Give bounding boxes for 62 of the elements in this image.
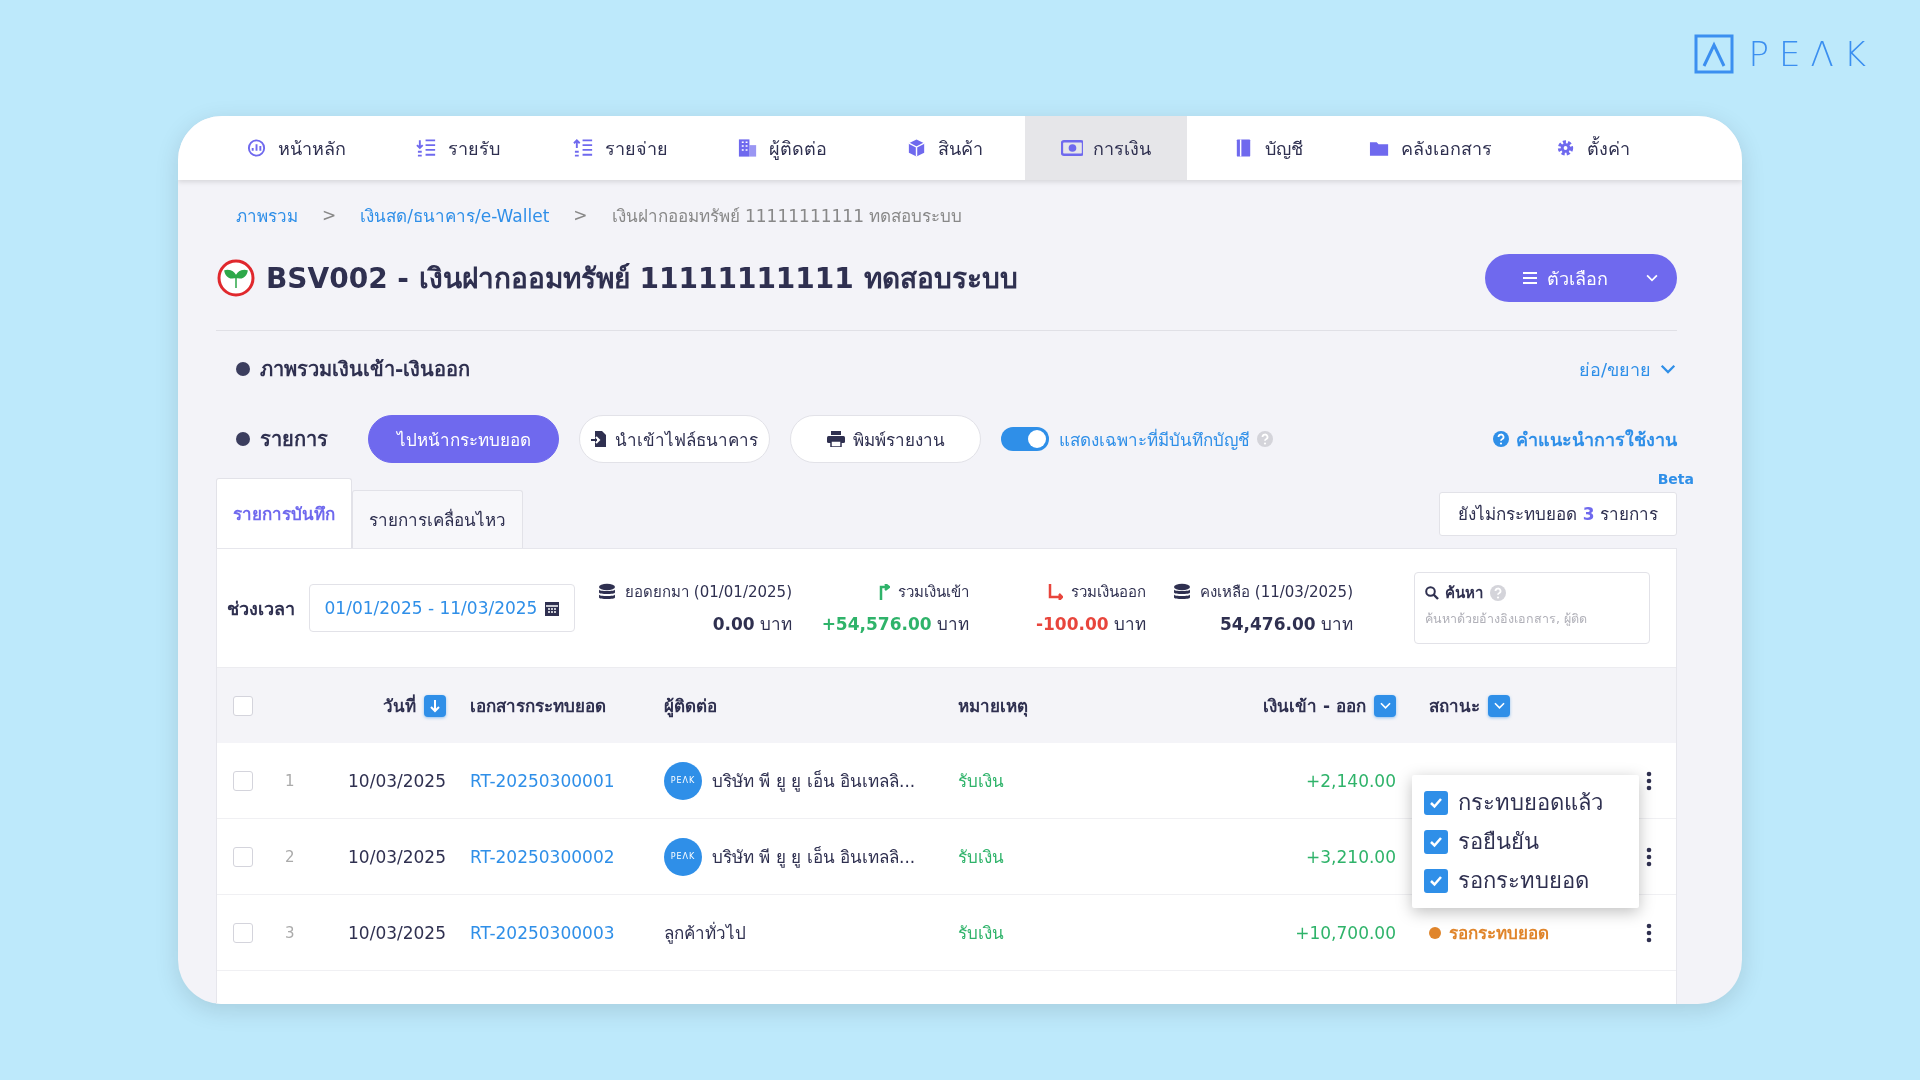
nav-tab[interactable]: ตั้งค่า bbox=[1511, 116, 1673, 180]
tab[interactable]: รายการเคลื่อนไหว bbox=[352, 490, 523, 548]
nav-tab[interactable]: คลังเอกสาร bbox=[1349, 116, 1511, 180]
note-cell-text: รับเงิน bbox=[958, 846, 1005, 869]
logo-text: PEΛK bbox=[1748, 37, 1876, 71]
filter-option[interactable]: รอยืนยัน bbox=[1458, 824, 1539, 859]
nav-tab[interactable]: รายรับ bbox=[377, 116, 539, 180]
page-title: BSV002 - เงินฝากออมทรัพย์ 11111111111 ทดสอบระบบ bbox=[266, 261, 1019, 297]
tab[interactable]: รายการบันทึก bbox=[216, 478, 352, 548]
row-number: 2 bbox=[285, 847, 296, 866]
column-header: หมายเหตุ bbox=[958, 696, 1028, 716]
nav-tab[interactable]: บัญชี bbox=[1187, 116, 1349, 180]
summary-label: รวมเงินออก bbox=[1071, 581, 1146, 603]
beta-label: Beta bbox=[1657, 471, 1694, 489]
note-cell-text: รับเงิน bbox=[958, 770, 1005, 793]
contact-avatar: PEΛK bbox=[664, 837, 702, 876]
options-button[interactable]: ตัวเลือก bbox=[1485, 254, 1677, 302]
amount-cell: +3,210.00 bbox=[1306, 846, 1396, 867]
column-header: สถานะ bbox=[1429, 695, 1480, 718]
summary-amount: -100.00 บาท bbox=[1035, 612, 1146, 636]
filter-option[interactable]: กระทบยอดแล้ว bbox=[1458, 785, 1603, 820]
contact-avatar: PEΛK bbox=[664, 761, 702, 800]
summary-label: รวมเงินเข้า bbox=[898, 581, 969, 603]
date-cell: 10/03/2025 bbox=[348, 770, 446, 791]
contact-name: ลูกค้าทั่วไป bbox=[664, 920, 746, 946]
amount-cell: +10,700.00 bbox=[1295, 922, 1396, 943]
nav-tab[interactable]: ผู้ติดต่อ bbox=[701, 116, 863, 180]
reconcile-button[interactable]: ไปหน้ากระทบยอด bbox=[368, 415, 559, 463]
row-number: 1 bbox=[285, 771, 296, 790]
period-label: ช่วงเวลา bbox=[227, 596, 295, 621]
breadcrumb-separator: > bbox=[573, 205, 588, 225]
column-header: ผู้ติดต่อ bbox=[664, 696, 717, 716]
contact-name: บริษัท พี ยู ยู เอ็น อินเทลลิ... bbox=[712, 845, 916, 870]
summary-label: คงเหลือ (11/03/2025) bbox=[1200, 581, 1353, 603]
summary-amount: +54,576.00 บาท bbox=[821, 612, 969, 636]
search-label: ค้นหา bbox=[1445, 583, 1483, 604]
contact-name: บริษัท พี ยู ยู เอ็น อินเทลลิ... bbox=[712, 769, 916, 794]
switch-label: แสดงเฉพาะที่มีบันทึกบัญชี bbox=[1059, 427, 1250, 452]
import-button[interactable]: นำเข้าไฟล์ธนาคาร bbox=[579, 415, 770, 463]
column-header: วันที่ bbox=[383, 693, 416, 718]
nav-tab[interactable]: สินค้า bbox=[863, 116, 1025, 180]
summary-amount: 0.00 บาท bbox=[712, 612, 792, 636]
nav-tab[interactable]: การเงิน bbox=[1025, 116, 1187, 180]
row-number: 3 bbox=[285, 923, 296, 942]
date-cell: 10/03/2025 bbox=[348, 846, 446, 867]
print-button[interactable]: พิมพ์รายงาน bbox=[790, 415, 981, 463]
note-cell-text: รับเงิน bbox=[958, 922, 1005, 945]
nav-tab[interactable]: รายจ่าย bbox=[539, 116, 701, 180]
breadcrumb-separator: > bbox=[322, 205, 337, 225]
nav-tab[interactable]: หน้าหลัก bbox=[215, 116, 377, 180]
section-title: รายการ bbox=[260, 426, 328, 453]
summary-amount: 54,476.00 บาท bbox=[1219, 612, 1353, 636]
status-label: รอกระทบยอด bbox=[1449, 922, 1549, 945]
breadcrumb-current: เงินฝากออมทรัพย์ 11111111111 ทดสอบระบบ bbox=[611, 204, 963, 228]
summary-label: ยอดยกมา (01/01/2025) bbox=[625, 581, 792, 603]
column-header: เงินเข้า - ออก bbox=[1263, 695, 1366, 718]
column-header: เอกสารกระทบยอด bbox=[470, 696, 606, 716]
amount-cell: +2,140.00 bbox=[1306, 770, 1396, 791]
date-cell: 10/03/2025 bbox=[348, 922, 446, 943]
section-title: ภาพรวมเงินเข้า-เงินออก bbox=[260, 356, 472, 383]
unreconciled-count[interactable]: ยังไม่กระทบยอด 3 รายการ bbox=[1439, 492, 1677, 536]
filter-option[interactable]: รอกระทบยอด bbox=[1458, 863, 1589, 898]
